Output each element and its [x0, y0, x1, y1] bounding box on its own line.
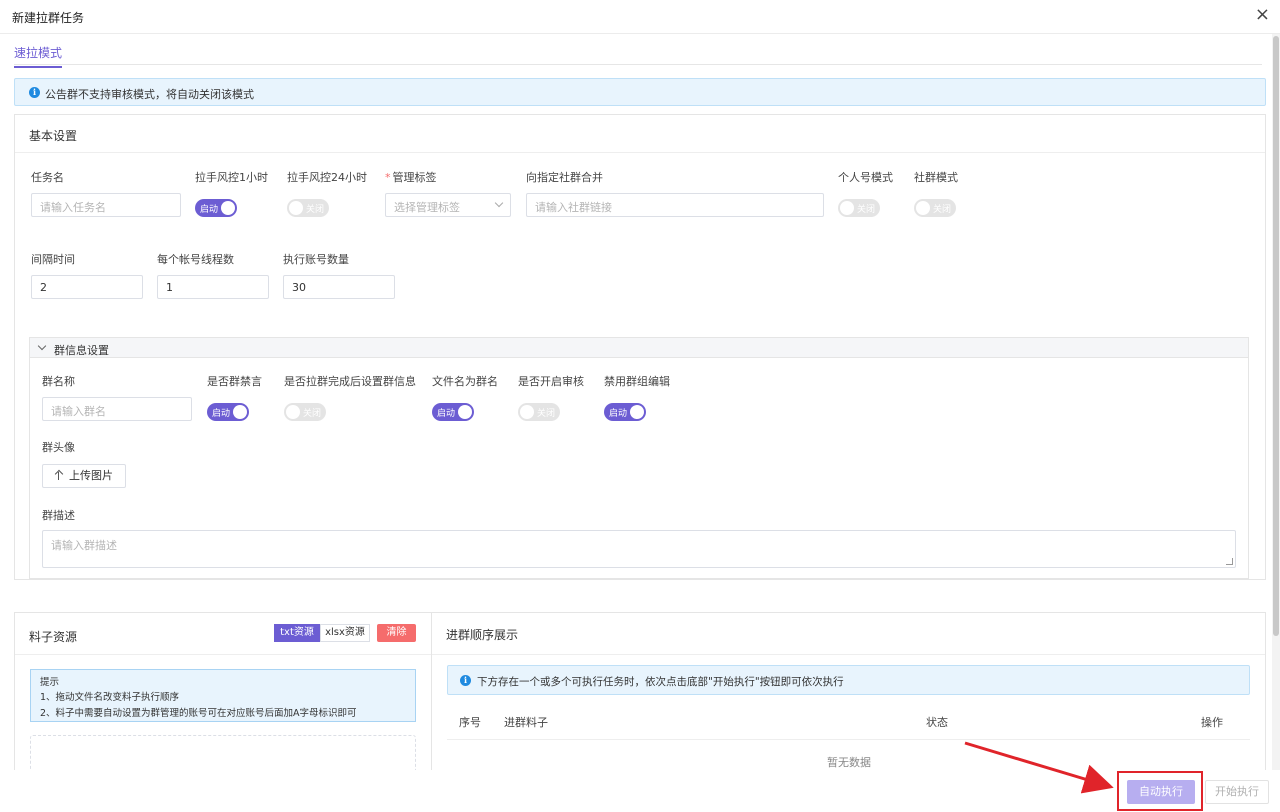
annotation-arrow: [964, 741, 1114, 794]
